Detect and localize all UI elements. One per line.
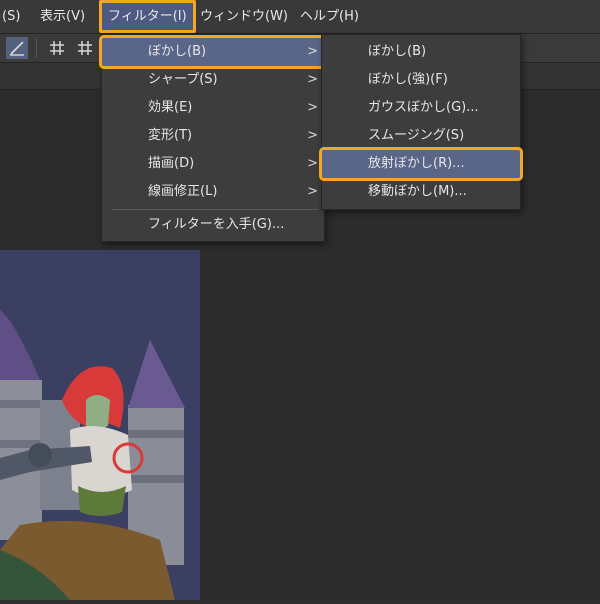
menu-item-label: スムージング(S) — [368, 128, 465, 143]
chevron-right-icon: > — [307, 44, 318, 59]
menu-bar: (S) 表示(V) フィルター(I) ウィンドウ(W) ヘルプ(H) — [0, 0, 600, 34]
chevron-right-icon: > — [307, 72, 318, 87]
chevron-right-icon: > — [307, 184, 318, 199]
filter-menu: ぼかし(B) > シャープ(S) > 効果(E) > 変形(T) > 描画(D)… — [99, 34, 327, 242]
menu-item-label: フィルターを入手(G)... — [148, 217, 285, 232]
menu-item-label: 効果(E) — [148, 100, 193, 115]
menu-window[interactable]: ウィンドウ(W) — [200, 0, 288, 33]
menu-filter[interactable]: フィルター(I) — [99, 0, 196, 33]
menu-item-label: 変形(T) — [148, 128, 193, 143]
blur-submenu-item-motion[interactable]: 移動ぼかし(M)... — [322, 178, 520, 206]
filter-menu-item-transform[interactable]: 変形(T) > — [102, 122, 324, 150]
blur-submenu-item-gaussian[interactable]: ガウスぼかし(G)... — [322, 94, 520, 122]
menu-item-label: ぼかし(強)(F) — [368, 72, 448, 87]
chevron-right-icon: > — [307, 156, 318, 171]
pen-ruler-icon[interactable] — [6, 37, 28, 59]
menu-item-label: シャープ(S) — [148, 72, 218, 87]
filter-menu-item-blur[interactable]: ぼかし(B) > — [99, 35, 327, 69]
blur-submenu-item-blur[interactable]: ぼかし(B) — [322, 38, 520, 66]
menu-item-label: 線画修正(L) — [148, 184, 218, 199]
filter-menu-item-get-filters[interactable]: フィルターを入手(G)... — [102, 211, 324, 239]
menu-view[interactable]: 表示(V) — [40, 0, 85, 33]
blur-submenu-item-radial[interactable]: 放射ぼかし(R)... — [319, 147, 523, 181]
blur-submenu-item-strong-blur[interactable]: ぼかし(強)(F) — [322, 66, 520, 94]
menu-item-label: ぼかし(B) — [368, 44, 427, 59]
menu-select[interactable]: (S) — [2, 0, 20, 33]
chevron-right-icon: > — [307, 100, 318, 115]
filter-menu-item-render[interactable]: 描画(D) > — [102, 150, 324, 178]
grid-icon[interactable] — [46, 37, 68, 59]
grid-icon[interactable] — [74, 37, 96, 59]
filter-menu-item-sharpen[interactable]: シャープ(S) > — [102, 66, 324, 94]
canvas-artwork[interactable] — [0, 250, 200, 600]
filter-menu-item-correct-line[interactable]: 線画修正(L) > — [102, 178, 324, 206]
menu-help[interactable]: ヘルプ(H) — [300, 0, 359, 33]
menu-item-label: ぼかし(B) — [148, 44, 207, 59]
toolbar-divider — [36, 38, 37, 58]
blur-submenu-item-smoothing[interactable]: スムージング(S) — [322, 122, 520, 150]
menu-item-label: 放射ぼかし(R)... — [368, 156, 465, 171]
blur-submenu: ぼかし(B) ぼかし(強)(F) ガウスぼかし(G)... スムージング(S) … — [319, 34, 523, 210]
menu-divider — [112, 209, 318, 210]
menu-item-label: 描画(D) — [148, 156, 195, 171]
menu-item-label: ガウスぼかし(G)... — [368, 100, 479, 115]
menu-item-label: 移動ぼかし(M)... — [368, 184, 467, 199]
filter-menu-item-effect[interactable]: 効果(E) > — [102, 94, 324, 122]
chevron-right-icon: > — [307, 128, 318, 143]
